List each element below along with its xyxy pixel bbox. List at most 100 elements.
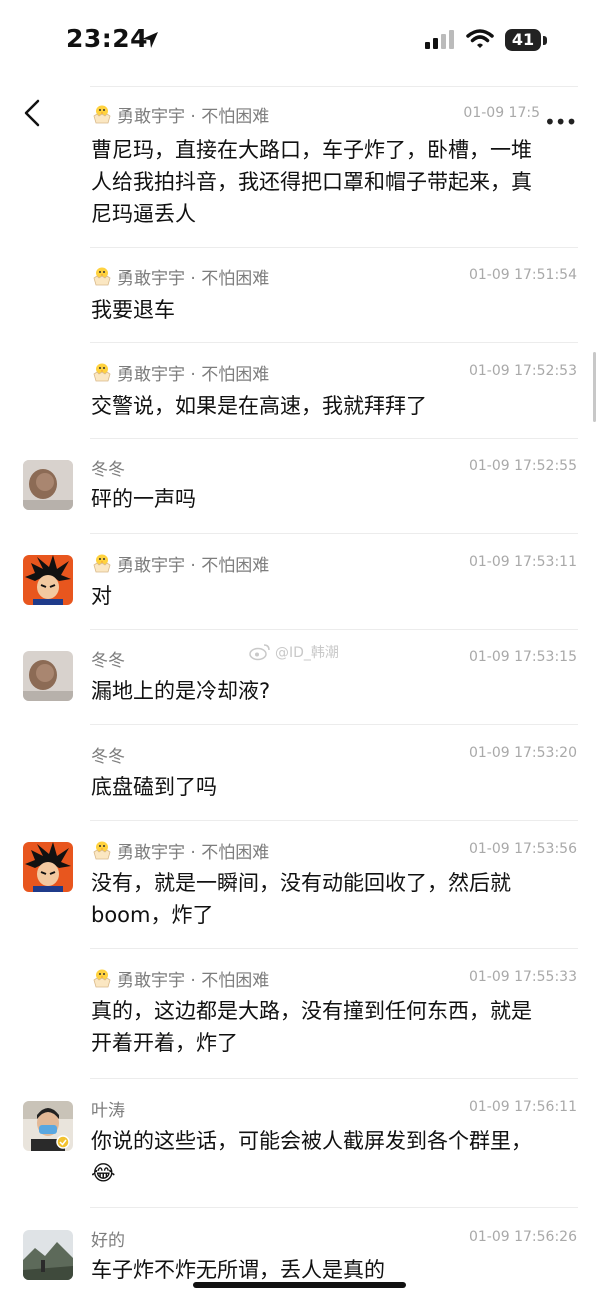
battery-cap (543, 36, 547, 45)
message-line: 砰的一声吗 (91, 487, 196, 511)
back-icon[interactable] (20, 98, 44, 128)
message-line: 你说的这些话，可能会被人截屏发到各个群里， (91, 1129, 532, 1153)
sender-name[interactable]: 冬冬 (91, 742, 125, 767)
watermark: @ID_韩潮 (249, 642, 339, 662)
message-emoji: 😂 (91, 1161, 116, 1185)
message-timestamp: 01-09 17:5 (463, 105, 540, 121)
sender-row: 勇敢宇宇 · 不怕困难 (91, 551, 269, 576)
message-timestamp: 01-09 17:56:11 (468, 1099, 577, 1115)
anime-character-avatar-image (23, 555, 73, 605)
sender-row: 勇敢宇宇 · 不怕困难 (91, 360, 269, 385)
sender-name[interactable]: 勇敢宇宇 · 不怕困难 (117, 102, 269, 127)
sender-row: 叶涛 (91, 1096, 125, 1121)
message-text: 砰的一声吗 (91, 483, 581, 515)
sender-name[interactable]: 冬冬 (91, 646, 125, 671)
home-indicator[interactable] (193, 1282, 406, 1288)
message-timestamp: 01-09 17:53:15 (468, 649, 577, 665)
location-arrow-icon (142, 32, 158, 48)
message-line: 没有，就是一瞬间，没有动能回收了，然后就 (91, 871, 511, 895)
sender-name[interactable]: 勇敢宇宇 · 不怕困难 (117, 838, 269, 863)
message-text: 交警说，如果是在高速，我就拜拜了 (91, 390, 581, 422)
message-timestamp: 01-09 17:55:33 (468, 969, 577, 985)
sender-row: 好的 (91, 1226, 125, 1251)
message-text: 曹尼玛，直接在大路口，车子炸了，卧槽，一堆 人给我拍抖音，我还得把口罩和帽子带起… (91, 134, 581, 230)
sender-name[interactable]: 勇敢宇宇 · 不怕困难 (117, 966, 269, 991)
sender-name[interactable]: 冬冬 (91, 455, 125, 480)
chick-badge-icon (93, 363, 111, 382)
avatar[interactable] (23, 651, 73, 701)
watermark-text: @ID_韩潮 (275, 645, 339, 661)
sender-row: 勇敢宇宇 · 不怕困难 (91, 102, 269, 127)
sender-name[interactable]: 好的 (91, 1226, 125, 1251)
message-timestamp: 01-09 17:51:54 (468, 267, 577, 283)
scroll-indicator[interactable] (593, 352, 596, 422)
message-timestamp: 01-09 17:53:11 (468, 554, 577, 570)
sender-name[interactable]: 勇敢宇宇 · 不怕困难 (117, 360, 269, 385)
message-line: 交警说，如果是在高速，我就拜拜了 (91, 394, 427, 418)
message-text: 我要退车 (91, 294, 581, 326)
message-line: 真的，这边都是大路，没有撞到任何东西，就是 (91, 999, 532, 1023)
message-line: 曹尼玛，直接在大路口，车子炸了，卧槽，一堆 (91, 138, 532, 162)
status-bar: 23:24 41 (0, 0, 600, 80)
message-divider (90, 1207, 578, 1208)
message-timestamp: 01-09 17:52:55 (468, 458, 577, 474)
battery-icon: 41 (505, 29, 541, 51)
message-text: 没有，就是一瞬间，没有动能回收了，然后就 boom，炸了 (91, 867, 581, 931)
message-text: 底盘磕到了吗 (91, 771, 581, 803)
sender-row: 冬冬 (91, 742, 125, 767)
wifi-icon (466, 29, 494, 48)
message-text: 对 (91, 580, 581, 612)
message-divider (90, 86, 578, 87)
chick-badge-icon (93, 267, 111, 286)
person-photo-avatar-image (23, 1101, 73, 1151)
avatar[interactable] (23, 842, 73, 892)
more-options-icon[interactable]: ••• (544, 110, 577, 134)
message-timestamp: 01-09 17:56:26 (468, 1229, 577, 1245)
message-divider (90, 247, 578, 248)
status-time: 23:24 (66, 24, 149, 53)
message-line: 漏地上的是冷却液? (91, 679, 271, 703)
sender-row: 冬冬 (91, 646, 125, 671)
anime-character-avatar-image (23, 842, 73, 892)
message-timestamp: 01-09 17:53:20 (468, 745, 577, 761)
landscape-photo-avatar-image (23, 1230, 73, 1280)
sender-name[interactable]: 勇敢宇宇 · 不怕困难 (117, 551, 269, 576)
avatar[interactable] (23, 1230, 73, 1280)
message-divider (90, 724, 578, 725)
message-divider (90, 948, 578, 949)
message-line: 尼玛逼丢人 (91, 202, 196, 226)
sender-row: 勇敢宇宇 · 不怕困难 (91, 966, 269, 991)
message-line: 人给我拍抖音，我还得把口罩和帽子带起来，真 (91, 170, 532, 194)
sender-row: 冬冬 (91, 455, 125, 480)
chick-badge-icon (93, 105, 111, 124)
message-text: 漏地上的是冷却液? (91, 675, 581, 707)
baby-photo-avatar-image (23, 460, 73, 510)
message-line: boom，炸了 (91, 903, 214, 927)
message-line: 对 (91, 584, 112, 608)
message-divider (90, 1078, 578, 1079)
message-timestamp: 01-09 17:53:56 (468, 841, 577, 857)
chick-badge-icon (93, 841, 111, 860)
message-text: 真的，这边都是大路，没有撞到任何东西，就是 开着开着，炸了 (91, 995, 581, 1059)
weibo-logo-icon (249, 644, 270, 661)
cellular-signal-icon (425, 30, 454, 49)
message-text: 你说的这些话，可能会被人截屏发到各个群里， 😂 (91, 1125, 581, 1189)
sender-name[interactable]: 叶涛 (91, 1096, 125, 1121)
message-line: 开着开着，炸了 (91, 1031, 238, 1055)
message-divider (90, 533, 578, 534)
avatar[interactable] (23, 460, 73, 510)
message-line: 我要退车 (91, 298, 175, 322)
sender-row: 勇敢宇宇 · 不怕困难 (91, 838, 269, 863)
message-line: 底盘磕到了吗 (91, 775, 217, 799)
chick-badge-icon (93, 554, 111, 573)
sender-name[interactable]: 勇敢宇宇 · 不怕困难 (117, 264, 269, 289)
message-divider (90, 820, 578, 821)
message-divider (90, 438, 578, 439)
sender-row: 勇敢宇宇 · 不怕困难 (91, 264, 269, 289)
baby-photo-avatar-image (23, 651, 73, 701)
chick-badge-icon (93, 969, 111, 988)
message-timestamp: 01-09 17:52:53 (468, 363, 577, 379)
message-divider (90, 629, 578, 630)
avatar[interactable] (23, 1101, 73, 1151)
avatar[interactable] (23, 555, 73, 605)
